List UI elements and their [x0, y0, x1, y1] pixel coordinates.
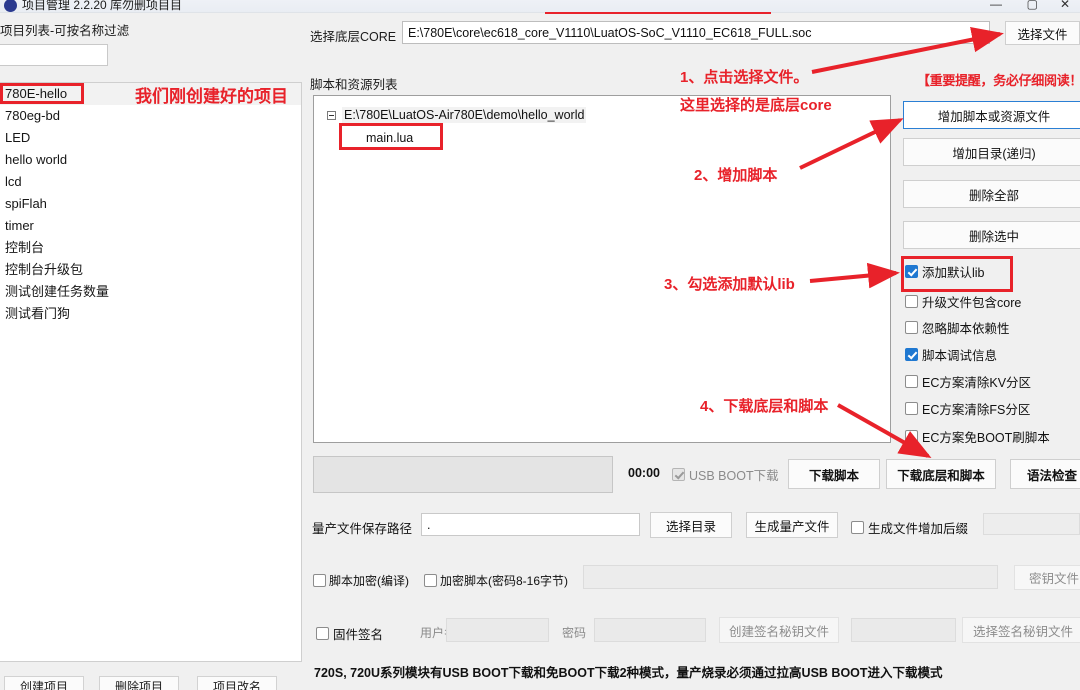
maximize-button[interactable]: ▢: [1027, 0, 1038, 11]
project-list-item[interactable]: 控制台升级包: [0, 259, 301, 281]
massprod-path-label: 量产文件保存路径: [312, 522, 413, 536]
checkbox-icon[interactable]: [905, 430, 918, 443]
script-list-label: 脚本和资源列表: [310, 78, 398, 92]
create-signature-key-button[interactable]: 创建签名秘钥文件: [719, 617, 839, 643]
checkbox-icon[interactable]: [851, 521, 864, 534]
right-option-checkbox[interactable]: EC方案清除FS分区: [905, 399, 1030, 418]
project-filter-input[interactable]: [0, 44, 108, 66]
encrypt-password-input[interactable]: [583, 565, 998, 589]
window-title: 项目管理 2.2.20 库勿删项目目: [22, 0, 183, 12]
delete-selected-button[interactable]: 删除选中: [903, 221, 1080, 249]
firmware-signature-label: 固件签名: [333, 628, 384, 642]
right-option-label: EC方案清除FS分区: [922, 403, 1031, 417]
select-directory-button[interactable]: 选择目录: [650, 512, 732, 538]
generate-file-suffix-label: 生成文件增加后缀: [868, 522, 969, 536]
project-list-item[interactable]: spiFlah: [0, 193, 301, 215]
checkbox-icon[interactable]: [905, 321, 918, 334]
right-option-label: 脚本调试信息: [922, 349, 998, 363]
right-option-label: EC方案清除KV分区: [922, 376, 1032, 390]
checkbox-icon[interactable]: [905, 375, 918, 388]
generate-file-suffix-checkbox[interactable]: 生成文件增加后缀: [851, 518, 968, 537]
right-option-checkbox[interactable]: 升级文件包含core: [905, 292, 1021, 311]
close-button[interactable]: ✕: [1060, 0, 1070, 11]
project-list-item[interactable]: 780eg-bd: [0, 105, 301, 127]
project-list-item[interactable]: hello world: [0, 149, 301, 171]
minimize-button[interactable]: —: [990, 0, 1002, 11]
app-logo-icon: [4, 0, 17, 12]
project-list-item[interactable]: lcd: [0, 171, 301, 193]
checkbox-icon[interactable]: [905, 348, 918, 361]
elapsed-timer: 00:00: [628, 466, 660, 480]
project-list-label: 项目列表-可按名称过滤: [0, 24, 130, 38]
checkbox-icon[interactable]: [316, 627, 329, 640]
core-label: 选择底层CORE: [310, 30, 397, 44]
annotation-step-1: 1、点击选择文件。: [680, 69, 809, 86]
core-path-input[interactable]: [402, 21, 990, 44]
download-core-and-script-button[interactable]: 下载底层和脚本: [886, 459, 996, 489]
annotation-step-3: 3、勾选添加默认lib: [664, 276, 795, 293]
password-input[interactable]: [594, 618, 706, 642]
massprod-path-input[interactable]: [421, 513, 640, 536]
tree-collapse-icon[interactable]: [327, 111, 336, 121]
encrypt-script-password-label: 加密脚本(密码8-16字节): [440, 574, 569, 588]
select-signature-key-button[interactable]: 选择签名秘钥文件: [962, 617, 1080, 643]
annotation-step-2: 2、增加脚本: [694, 167, 778, 184]
right-option-label: EC方案免BOOT刷脚本: [922, 431, 1050, 445]
project-list-item[interactable]: 测试看门狗: [0, 303, 301, 325]
add-directory-button[interactable]: 增加目录(递归): [903, 138, 1080, 166]
right-option-checkbox[interactable]: EC方案清除KV分区: [905, 372, 1031, 391]
annotation-box-main-lua: [339, 123, 443, 150]
download-script-button[interactable]: 下载脚本: [788, 459, 880, 489]
username-input[interactable]: [446, 618, 549, 642]
right-option-checkbox[interactable]: 忽略脚本依赖性: [905, 318, 1010, 337]
important-warning-text: 【重要提醒，务必仔细阅读！: [917, 73, 1080, 88]
tree-root-label: E:\780E\LuatOS-Air780E\demo\hello_world: [342, 107, 587, 123]
checkbox-icon[interactable]: [905, 295, 918, 308]
annotation-step-1b: 这里选择的是底层core: [680, 97, 832, 114]
checkbox-icon[interactable]: [313, 574, 326, 587]
encrypt-script-password-checkbox[interactable]: 加密脚本(密码8-16字节): [424, 572, 568, 589]
generate-massprod-file-button[interactable]: 生成量产文件: [746, 512, 838, 538]
annotation-redline-top: [545, 12, 771, 14]
project-list-item[interactable]: timer: [0, 215, 301, 237]
right-option-checkbox[interactable]: 脚本调试信息: [905, 345, 997, 364]
signature-key-path-input[interactable]: [851, 618, 956, 642]
tree-item-main-lua[interactable]: main.lua: [366, 129, 890, 148]
script-encrypt-compile-label: 脚本加密(编译): [329, 574, 409, 588]
suffix-input[interactable]: [983, 513, 1080, 535]
select-file-button[interactable]: 选择文件: [1005, 21, 1080, 45]
key-file-button[interactable]: 密钥文件: [1014, 565, 1080, 590]
delete-project-button[interactable]: 删除项目: [99, 676, 179, 690]
right-option-label: 忽略脚本依赖性: [922, 322, 1010, 336]
delete-all-button[interactable]: 删除全部: [903, 180, 1080, 208]
app-window: 项目管理 2.2.20 库勿删项目目 — ▢ ✕ 项目列表-可按名称过滤 780…: [0, 0, 1080, 690]
usb-boot-download-checkbox[interactable]: USB BOOT下载: [672, 465, 779, 484]
script-encrypt-compile-checkbox[interactable]: 脚本加密(编译): [313, 572, 409, 589]
title-bar: 项目管理 2.2.20 库勿删项目目 — ▢ ✕: [0, 0, 1080, 13]
create-project-button[interactable]: 创建项目: [4, 676, 84, 690]
right-option-label: 升级文件包含core: [922, 296, 1022, 310]
checkbox-icon[interactable]: [424, 574, 437, 587]
progress-bar: [313, 456, 613, 493]
rename-project-button[interactable]: 项目改名: [197, 676, 277, 690]
project-list-item[interactable]: LED: [0, 127, 301, 149]
annotation-box-project: [0, 83, 84, 104]
right-option-checkbox[interactable]: EC方案免BOOT刷脚本: [905, 427, 1050, 446]
project-list[interactable]: 780E-hello 780eg-bd LED hello world lcd spiFl…: [0, 82, 302, 662]
annotation-step-4: 4、下载底层和脚本: [700, 398, 829, 415]
usb-boot-label: USB BOOT下载: [689, 469, 779, 483]
syntax-check-button[interactable]: 语法检查: [1010, 459, 1080, 489]
annotation-project-note: 我们刚创建好的项目: [135, 87, 288, 106]
password-label: 密码: [562, 626, 587, 640]
project-list-item[interactable]: 控制台: [0, 237, 301, 259]
project-list-item[interactable]: 测试创建任务数量: [0, 281, 301, 303]
checkbox-icon[interactable]: [672, 468, 685, 481]
annotation-box-default-lib: [901, 256, 1013, 292]
checkbox-icon[interactable]: [905, 402, 918, 415]
firmware-signature-checkbox[interactable]: 固件签名: [316, 624, 383, 643]
add-script-or-resource-button[interactable]: 增加脚本或资源文件: [903, 101, 1080, 129]
footer-note: 720S, 720U系列模块有USB BOOT下载和免BOOT下载2种模式，量产…: [314, 666, 943, 680]
